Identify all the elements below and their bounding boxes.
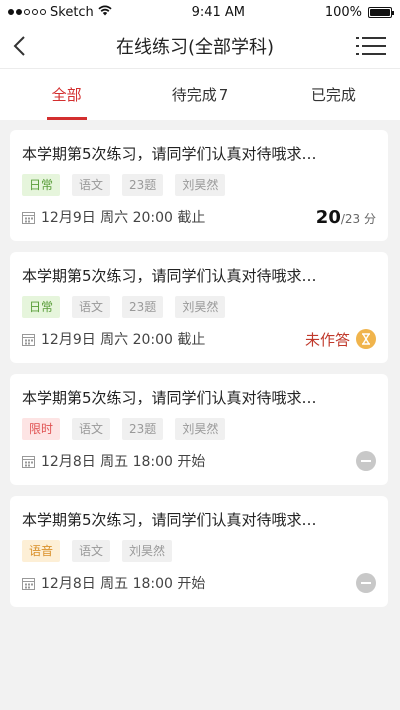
calendar-icon — [22, 455, 35, 468]
clock: 9:41 AM — [191, 4, 246, 20]
card-footer: 12月8日 周五 18:00 开始 — [22, 572, 376, 594]
carrier-name: Sketch — [50, 4, 94, 20]
tab-label: 全部 — [51, 86, 82, 104]
score-value: 20 — [315, 206, 341, 228]
exercise-title: 本学期第5次练习，请同学们认真对待哦求… — [22, 511, 317, 529]
exercise-list: 本学期第5次练习，请同学们认真对待哦求… 日常 语文 23题 刘昊然 12月9日… — [0, 120, 400, 607]
score-total: /23 分 — [340, 211, 376, 226]
type-tag: 语音 — [22, 540, 61, 562]
type-tag: 日常 — [22, 296, 61, 318]
status-unanswered: 未作答 — [305, 329, 376, 350]
subject-tag: 语文 — [72, 418, 111, 440]
exercise-title: 本学期第5次练习，请同学们认真对待哦求… — [22, 145, 317, 163]
subject-tag: 语文 — [72, 296, 111, 318]
start-time: 12月8日 周五 18:00 开始 — [22, 451, 205, 471]
question-count-tag: 23题 — [122, 174, 164, 196]
start-time: 12月8日 周五 18:00 开始 — [22, 573, 205, 593]
tab-pending[interactable]: 待完成 7 — [133, 69, 266, 120]
tag-list: 日常 语文 23题 刘昊然 — [22, 174, 376, 196]
exercise-card[interactable]: 本学期第5次练习，请同学们认真对待哦求… 日常 语文 23题 刘昊然 12月9日… — [10, 252, 388, 363]
page-title: 在线练习(全部学科) — [115, 37, 275, 58]
tag-list: 语音 语文 刘昊然 — [22, 540, 376, 562]
status-right: 100% — [324, 4, 394, 20]
not-started-icon — [356, 573, 376, 593]
teacher-tag: 刘昊然 — [122, 540, 173, 562]
deadline-text: 12月9日 周六 20:00 截止 — [41, 332, 206, 348]
tab-count: 7 — [218, 85, 229, 104]
card-footer: 12月8日 周五 18:00 开始 — [22, 450, 376, 472]
battery-icon — [367, 6, 394, 18]
question-count-tag: 23题 — [122, 296, 164, 318]
calendar-icon — [22, 577, 35, 590]
question-count-tag: 23题 — [122, 418, 164, 440]
exercise-title: 本学期第5次练习，请同学们认真对待哦求… — [22, 267, 317, 285]
subject-tag: 语文 — [72, 174, 111, 196]
deadline: 12月9日 周六 20:00 截止 — [22, 329, 205, 349]
score: 20/23 分 — [316, 207, 376, 228]
card-footer: 12月9日 周六 20:00 截止 未作答 — [22, 328, 376, 350]
teacher-tag: 刘昊然 — [175, 418, 226, 440]
exercise-card[interactable]: 本学期第5次练习，请同学们认真对待哦求… 日常 语文 23题 刘昊然 12月9日… — [10, 130, 388, 241]
tab-label: 待完成 — [171, 86, 217, 104]
tag-list: 日常 语文 23题 刘昊然 — [22, 296, 376, 318]
card-footer: 12月9日 周六 20:00 截止 20/23 分 — [22, 206, 376, 228]
deadline: 12月9日 周六 20:00 截止 — [22, 207, 205, 227]
tag-list: 限时 语文 23题 刘昊然 — [22, 418, 376, 440]
type-tag: 日常 — [22, 174, 61, 196]
menu-icon[interactable] — [355, 35, 386, 57]
battery-label: 100% — [324, 4, 362, 20]
tab-bar: 全部 待完成 7 已完成 — [0, 68, 400, 120]
status-bar: Sketch 9:41 AM 100% — [0, 0, 400, 24]
calendar-icon — [22, 211, 35, 224]
calendar-icon — [22, 333, 35, 346]
signal-icon — [8, 9, 46, 15]
start-time-text: 12月8日 周五 18:00 开始 — [41, 576, 206, 592]
status-left: Sketch — [8, 5, 112, 20]
tab-all[interactable]: 全部 — [0, 69, 133, 120]
exercise-card[interactable]: 本学期第5次练习，请同学们认真对待哦求… 语音 语文 刘昊然 12月8日 周五 … — [10, 496, 388, 607]
not-started-icon — [356, 451, 376, 471]
start-time-text: 12月8日 周五 18:00 开始 — [41, 454, 206, 470]
tab-completed[interactable]: 已完成 — [267, 69, 400, 120]
subject-tag: 语文 — [72, 540, 111, 562]
teacher-tag: 刘昊然 — [175, 296, 226, 318]
exercise-card[interactable]: 本学期第5次练习，请同学们认真对待哦求… 限时 语文 23题 刘昊然 12月8日… — [10, 374, 388, 485]
deadline-text: 12月9日 周六 20:00 截止 — [41, 210, 206, 226]
nav-bar: 在线练习(全部学科) — [0, 24, 400, 68]
exercise-title: 本学期第5次练习，请同学们认真对待哦求… — [22, 389, 317, 407]
teacher-tag: 刘昊然 — [175, 174, 226, 196]
status-text: 未作答 — [304, 330, 350, 349]
type-tag: 限时 — [22, 418, 61, 440]
hourglass-icon — [356, 329, 376, 349]
wifi-icon — [98, 4, 112, 20]
back-icon[interactable] — [12, 35, 34, 57]
tab-label: 已完成 — [310, 86, 356, 104]
